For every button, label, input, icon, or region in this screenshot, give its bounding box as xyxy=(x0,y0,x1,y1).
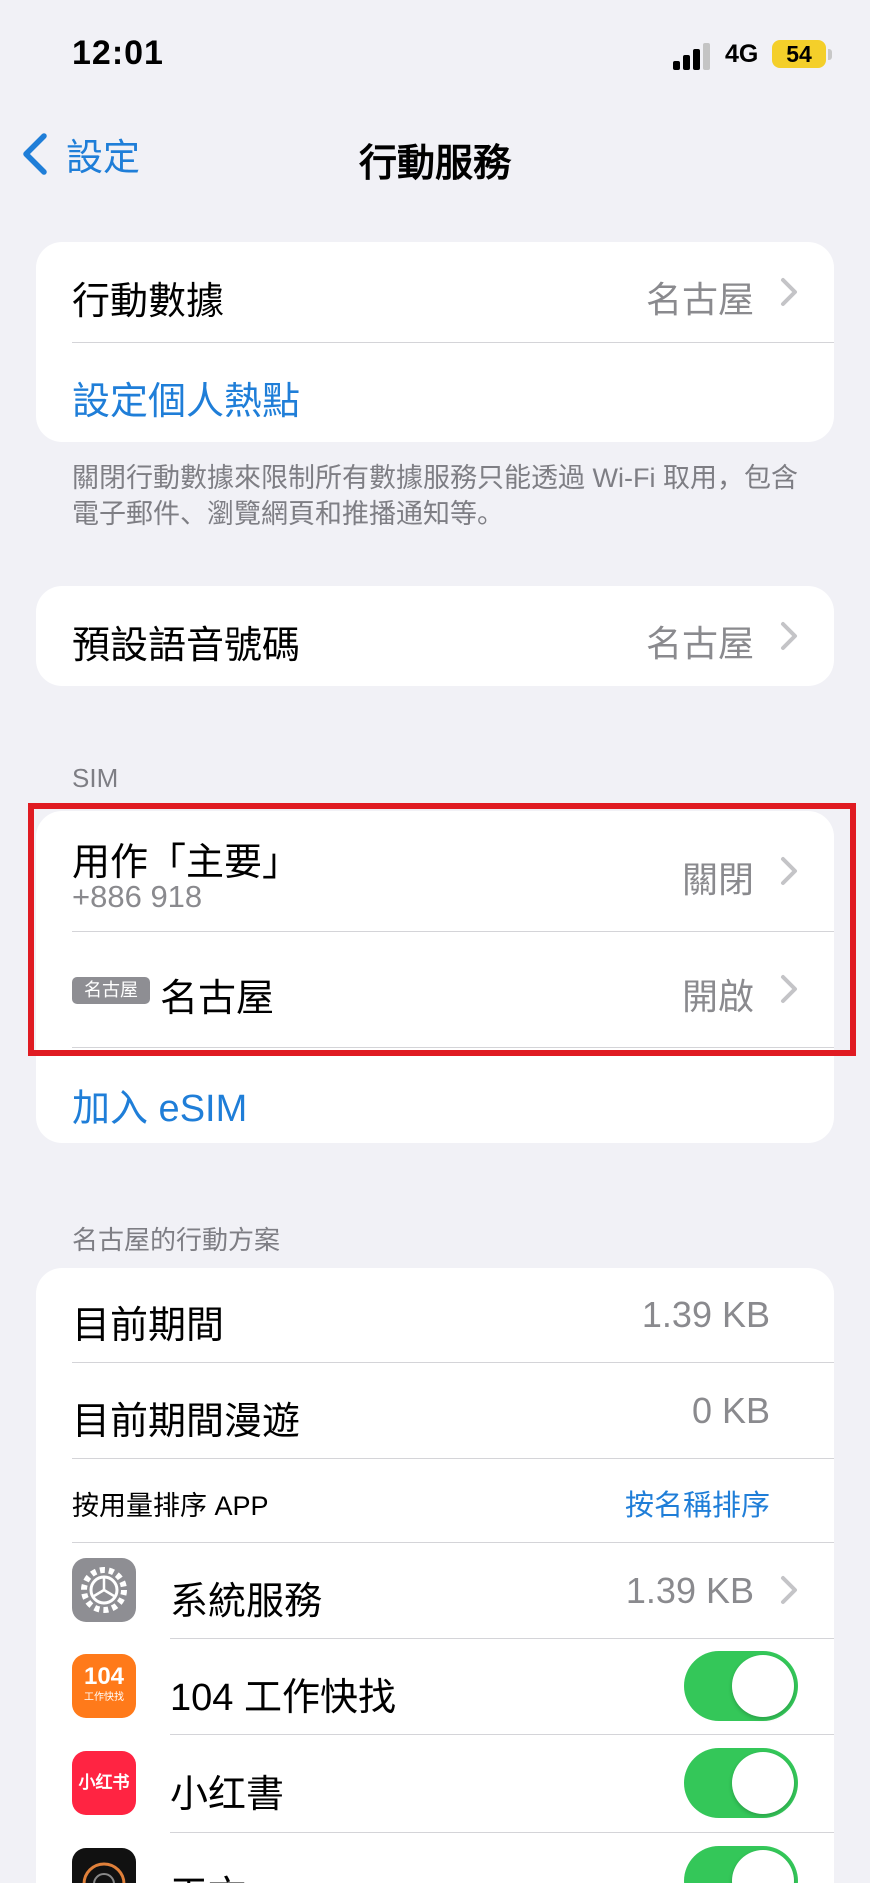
chevron-right-icon xyxy=(781,975,797,1003)
104-app-icon: 104 工作快找 xyxy=(72,1654,136,1718)
personal-hotspot-row[interactable]: 設定個人熱點 xyxy=(36,342,834,442)
sim-card: 用作「主要」 +886 918 關閉 名古屋 開啟 加入 eSIM xyxy=(36,811,834,1143)
app-name: 小红書 xyxy=(170,1774,285,1816)
navigation-bar: 設定 行動服務 xyxy=(0,118,870,190)
cellular-data-label: 行動數據 xyxy=(72,281,225,323)
app-row-xiaohongshu: 小红书 小红書 xyxy=(36,1734,834,1832)
app-name: 天文 xyxy=(170,1864,246,1883)
roaming-value: 0 KB xyxy=(691,1390,770,1431)
roaming-label: 目前期間漫遊 xyxy=(72,1401,301,1443)
default-voice-row[interactable]: 預設語音號碼 名古屋 xyxy=(36,586,834,686)
app-cellular-toggle[interactable] xyxy=(684,1651,798,1721)
app-usage-value: 1.39 KB xyxy=(625,1570,754,1611)
gear-icon xyxy=(72,1558,136,1622)
104-app-icon-subtext: 工作快找 xyxy=(84,1692,124,1703)
second-line-value: 開啟 xyxy=(681,976,754,1017)
app-name: 104 工作快找 xyxy=(170,1677,396,1719)
chevron-right-icon xyxy=(781,857,797,885)
network-type: 4G xyxy=(725,40,759,68)
xiaohongshu-icon: 小红书 xyxy=(72,1751,136,1815)
primary-line-number: +886 918 xyxy=(72,879,203,914)
battery-icon: 54 xyxy=(772,40,826,68)
app-row-104: 104 工作快找 104 工作快找 xyxy=(36,1638,834,1734)
cellular-signal-icon xyxy=(673,42,713,70)
xiaohongshu-icon-text: 小红书 xyxy=(78,1773,130,1792)
cellular-data-value: 名古屋 xyxy=(645,279,754,320)
current-period-value: 1.39 KB xyxy=(641,1294,770,1335)
sim-label-badge: 名古屋 xyxy=(72,977,150,1004)
default-voice-label: 預設語音號碼 xyxy=(72,625,301,667)
app-row-astronomy: 天文 xyxy=(36,1832,834,1883)
sim-section-header: SIM xyxy=(72,763,119,793)
chevron-right-icon xyxy=(781,622,797,650)
app-name: 系統服務 xyxy=(170,1581,323,1623)
app-row-system-services[interactable]: 系統服務 1.39 KB xyxy=(36,1542,834,1638)
page-title: 行動服務 xyxy=(358,143,511,185)
status-bar: 12:01 4G 54 xyxy=(0,0,870,110)
sort-by-usage-label: 按用量排序 APP xyxy=(72,1491,269,1521)
second-line-label: 名古屋 xyxy=(160,978,275,1020)
current-period-row: 目前期間 1.39 KB xyxy=(36,1268,834,1362)
app-cellular-toggle[interactable] xyxy=(684,1846,798,1883)
cellular-data-card: 行動數據 名古屋 設定個人熱點 xyxy=(36,242,834,442)
second-line-row[interactable]: 名古屋 開啟 xyxy=(36,931,834,1047)
cellular-data-footnote: 關閉行動數據來限制所有數據服務只能透過 Wi-Fi 取用，包含電子郵件、瀏覽網頁… xyxy=(72,463,798,529)
chevron-right-icon xyxy=(781,1576,797,1604)
chevron-right-icon xyxy=(781,278,797,306)
104-app-icon-text: 104 xyxy=(83,1663,125,1690)
roaming-row: 目前期間漫遊 0 KB xyxy=(36,1362,834,1458)
default-voice-value: 名古屋 xyxy=(645,623,754,664)
plan-section-header: 名古屋的行動方案 xyxy=(72,1225,281,1255)
add-esim-row[interactable]: 加入 eSIM xyxy=(36,1047,834,1143)
sort-row: 按用量排序 APP 按名稱排序 xyxy=(36,1458,834,1542)
default-voice-card: 預設語音號碼 名古屋 xyxy=(36,586,834,686)
primary-line-value: 關閉 xyxy=(681,859,754,900)
sort-by-name-link[interactable]: 按名稱排序 xyxy=(625,1482,770,1524)
current-period-label: 目前期間 xyxy=(72,1305,225,1347)
primary-line-label: 用作「主要」 xyxy=(72,842,301,884)
add-esim-link[interactable]: 加入 eSIM xyxy=(72,1077,247,1132)
primary-line-row[interactable]: 用作「主要」 +886 918 關閉 xyxy=(36,811,834,931)
battery-tip xyxy=(828,49,832,60)
personal-hotspot-link[interactable]: 設定個人熱點 xyxy=(72,370,300,425)
astronomy-app-icon xyxy=(72,1848,136,1883)
status-time: 12:01 xyxy=(72,34,164,72)
plan-card: 目前期間 1.39 KB 目前期間漫遊 0 KB 按用量排序 APP 按名稱排序… xyxy=(36,1268,834,1883)
app-cellular-toggle[interactable] xyxy=(684,1748,798,1818)
cellular-data-row[interactable]: 行動數據 名古屋 xyxy=(36,242,834,342)
